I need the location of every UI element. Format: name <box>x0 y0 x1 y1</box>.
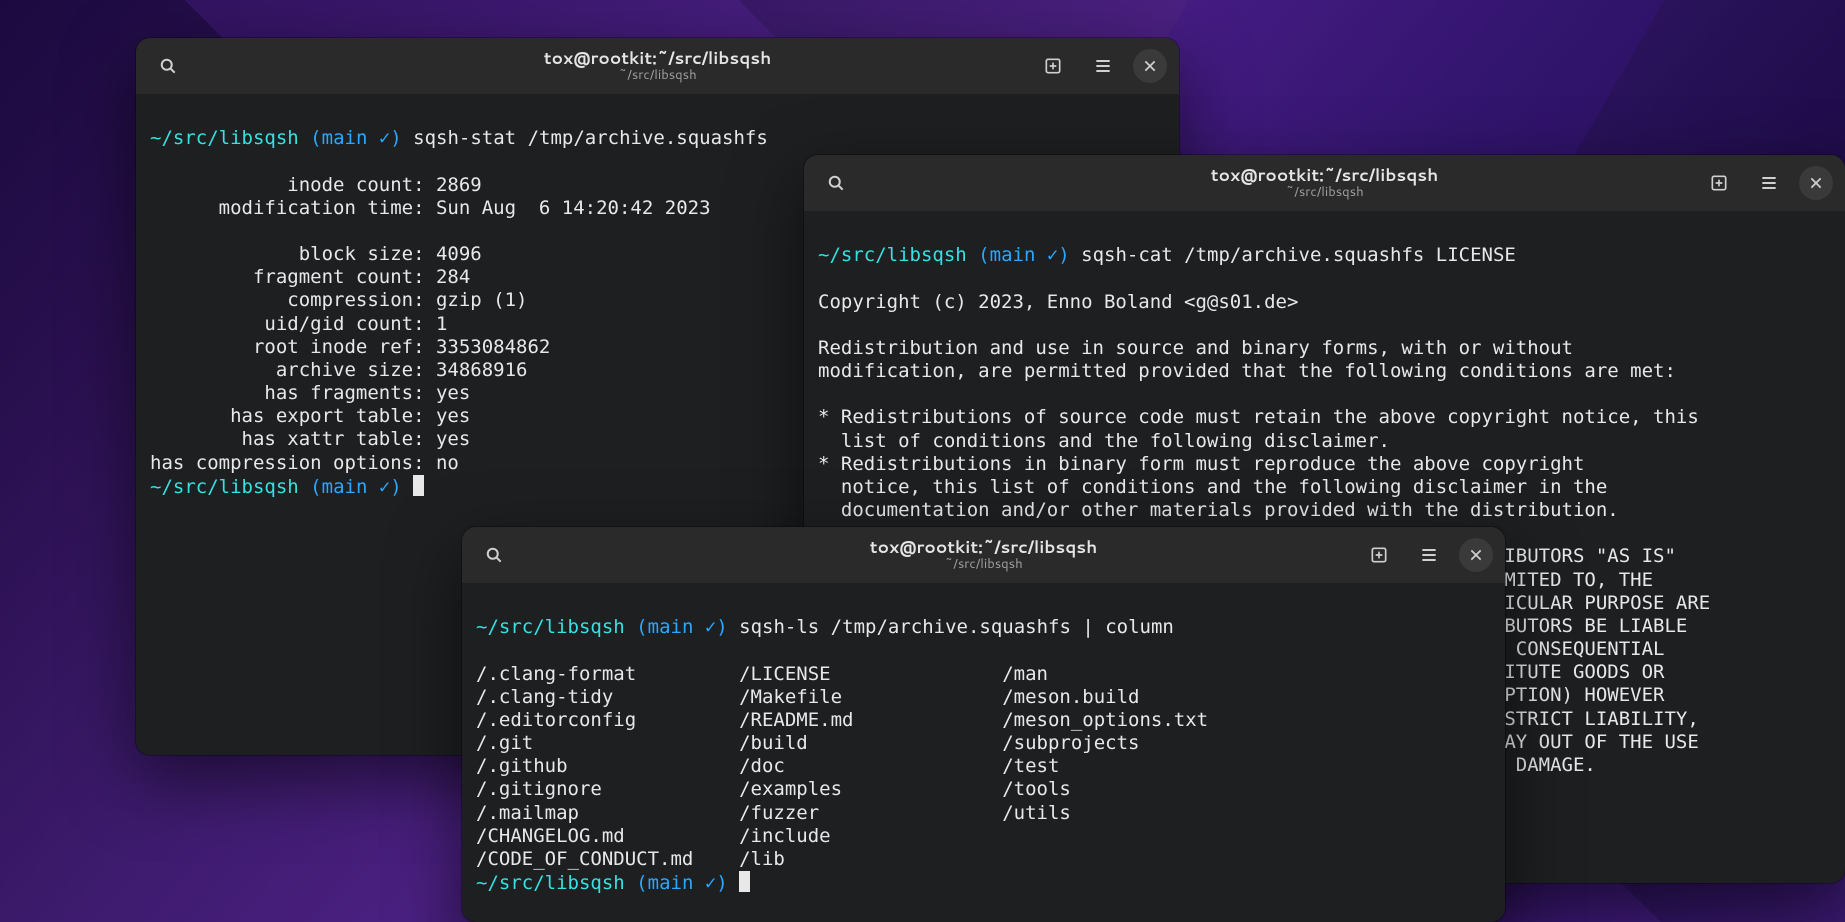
new-tab-icon[interactable] <box>1033 46 1073 86</box>
close-icon[interactable] <box>1133 49 1167 83</box>
close-icon[interactable] <box>1799 166 1833 200</box>
prompt-branch-open: ( <box>310 127 321 149</box>
prompt-branch-close: ) <box>390 127 401 149</box>
prompt-path: ~/src/libsqsh <box>476 872 625 894</box>
search-icon[interactable] <box>148 46 188 86</box>
titlebar[interactable]: tox@rootkit:~/src/libsqsh ~/src/libsqsh <box>462 527 1505 583</box>
cursor <box>413 475 424 496</box>
terminal-content[interactable]: ~/src/libsqsh (main ✓) sqsh-ls /tmp/arch… <box>462 583 1505 922</box>
prompt-branch: main <box>322 127 368 149</box>
new-tab-icon[interactable] <box>1359 535 1399 575</box>
close-icon[interactable] <box>1459 538 1493 572</box>
ls-output: /.clang-format /LICENSE /man /.clang-tid… <box>476 663 1208 870</box>
window-subtitle: ~/src/libsqsh <box>870 557 1097 573</box>
cursor <box>739 871 750 892</box>
cmd-stat: sqsh-stat /tmp/archive.squashfs <box>402 127 768 149</box>
prompt-path: ~/src/libsqsh <box>818 244 967 266</box>
window-subtitle: ~/src/libsqsh <box>1211 185 1438 201</box>
hamburger-menu-icon[interactable] <box>1409 535 1449 575</box>
new-tab-icon[interactable] <box>1699 163 1739 203</box>
window-title: tox@rootkit:~/src/libsqsh <box>544 48 771 68</box>
hamburger-menu-icon[interactable] <box>1083 46 1123 86</box>
prompt-path: ~/src/libsqsh <box>476 616 625 638</box>
window-title: tox@rootkit:~/src/libsqsh <box>1211 165 1438 185</box>
cmd-ls: sqsh-ls /tmp/archive.squashfs | column <box>728 616 1174 638</box>
window-title: tox@rootkit:~/src/libsqsh <box>870 537 1097 557</box>
stat-output: inode count: 2869 modification time: Sun… <box>150 174 711 474</box>
titlebar[interactable]: tox@rootkit:~/src/libsqsh ~/src/libsqsh <box>136 38 1179 94</box>
hamburger-menu-icon[interactable] <box>1749 163 1789 203</box>
titlebar[interactable]: tox@rootkit:~/src/libsqsh ~/src/libsqsh <box>804 155 1845 211</box>
search-icon[interactable] <box>816 163 856 203</box>
search-icon[interactable] <box>474 535 514 575</box>
prompt-path: ~/src/libsqsh <box>150 127 299 149</box>
window-subtitle: ~/src/libsqsh <box>544 68 771 84</box>
prompt-check: ✓ <box>367 127 390 149</box>
terminal-window-ls[interactable]: tox@rootkit:~/src/libsqsh ~/src/libsqsh … <box>462 527 1505 922</box>
prompt-path: ~/src/libsqsh <box>150 476 299 498</box>
cmd-cat: sqsh-cat /tmp/archive.squashfs LICENSE <box>1070 244 1516 266</box>
